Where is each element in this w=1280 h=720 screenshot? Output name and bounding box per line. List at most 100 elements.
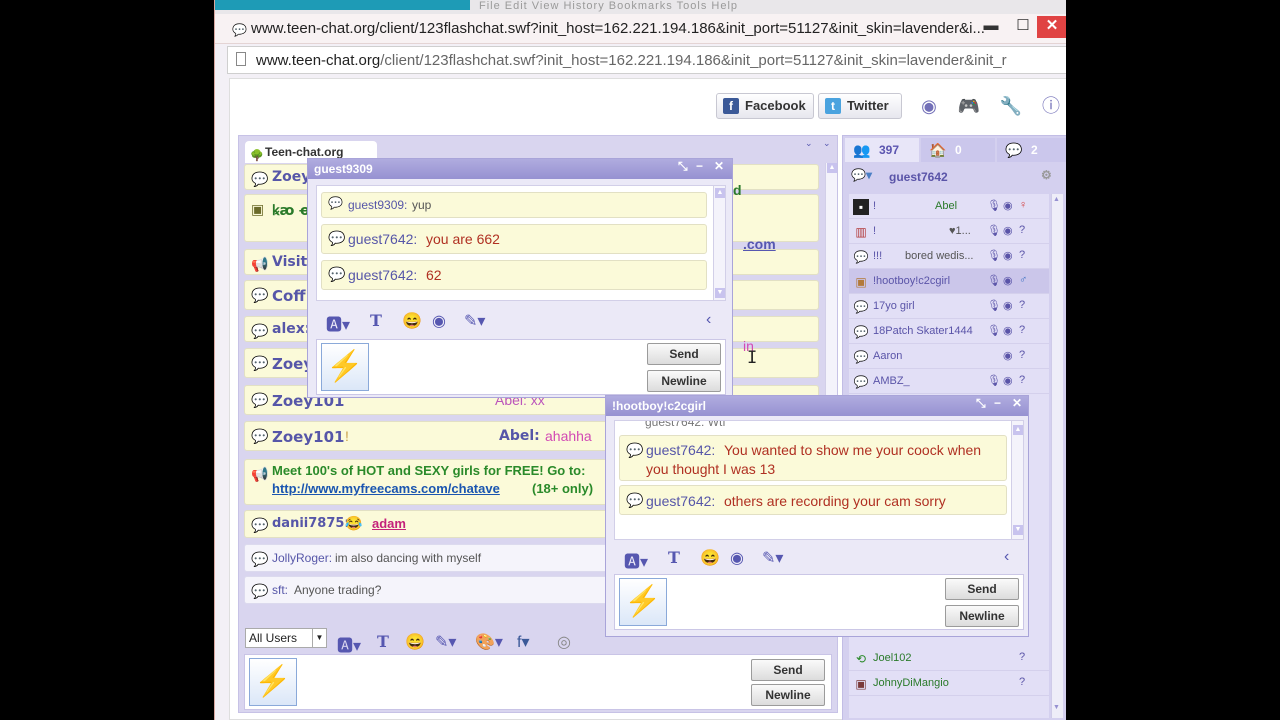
user-row[interactable]: ▥ ! ♥1... 🎙 ◉ ?	[849, 219, 1049, 244]
facebook-button[interactable]: f Facebook	[716, 93, 814, 119]
close-icon[interactable]: ✕	[1012, 396, 1022, 410]
emoticon-icon[interactable]: 😄	[405, 632, 425, 652]
sound-icon[interactable]: ◎	[557, 632, 571, 652]
emoticon-icon[interactable]: 😄	[700, 548, 720, 568]
chevron-down-icon[interactable]: ⌄	[805, 138, 813, 149]
settings-wrench-icon[interactable]: 🔧	[998, 93, 1024, 119]
newline-button[interactable]: Newline	[647, 370, 721, 392]
user-name: 17yo girl	[873, 300, 915, 312]
chevron-down-icon[interactable]: ⌄	[823, 138, 831, 149]
newline-button[interactable]: Newline	[945, 605, 1019, 627]
list-item: 💬 guest7642: you are 662	[321, 224, 707, 254]
palette-icon[interactable]: 🎨▾	[475, 632, 503, 652]
tab-users[interactable]: 👥 397	[845, 138, 919, 162]
address-bar[interactable]: www.teen-chat.org/client/123flashchat.sw…	[227, 46, 1066, 74]
minimize-button[interactable]: ▬	[977, 16, 1005, 38]
user-row[interactable]: ▣ !hootboy!c2cgirl 🎙 ◉ ♂	[849, 269, 1049, 294]
webcam-icon[interactable]: ◉	[1003, 199, 1013, 212]
font-box-icon[interactable]: 🅰▾	[337, 632, 361, 656]
text-format-icon[interactable]: T	[377, 632, 389, 651]
restore-icon[interactable]: ⤡	[976, 396, 986, 411]
maximize-button[interactable]: ☐	[1009, 16, 1037, 38]
info-icon[interactable]: ⓘ	[1038, 93, 1064, 119]
send-button[interactable]: Send	[751, 659, 825, 681]
send-button[interactable]: Send	[945, 578, 1019, 600]
user-row[interactable]: 💬 Aaron ◉ ?	[849, 344, 1049, 369]
pen-icon[interactable]: ✎▾	[762, 548, 783, 568]
user-row[interactable]: ⟲ Joel102 ?	[849, 646, 1049, 671]
webcam-icon[interactable]: ◉	[1003, 324, 1013, 337]
webcam-icon[interactable]: ◉	[1003, 349, 1013, 362]
close-button[interactable]: ✕	[1037, 16, 1066, 38]
webcam-icon[interactable]: ◉	[1003, 374, 1013, 387]
pen-icon[interactable]: ✎▾	[435, 632, 456, 652]
scroll-down-icon[interactable]: ▼	[1013, 525, 1023, 535]
popup-message-input[interactable]: ⚡ Send Newline	[316, 339, 726, 395]
twitter-icon: t	[825, 98, 841, 114]
main-message-input[interactable]: ⚡ Send Newline	[244, 654, 832, 710]
webcam-icon[interactable]: ◉	[1003, 249, 1013, 262]
promo-text: (18+ only)	[532, 481, 594, 496]
minimize-icon[interactable]: −	[696, 159, 703, 173]
recipient-select[interactable]: All Users ▼	[245, 628, 327, 648]
scroll-down-icon[interactable]: ▼	[715, 288, 725, 298]
restore-icon[interactable]: ⤡	[678, 159, 688, 174]
chat-bubble-icon: 💬	[853, 325, 869, 339]
user-row[interactable]: ▣ JohnyDiMangio ?	[849, 671, 1049, 696]
popup-scrollbar[interactable]: ▲ ▼	[713, 186, 725, 300]
font-box-icon[interactable]: 🅰▾	[326, 311, 350, 335]
user-row[interactable]: 💬 18Patch Skater1444 🎙 ◉ ?	[849, 319, 1049, 344]
minimize-icon[interactable]: −	[994, 396, 1001, 410]
background-window-bar	[215, 0, 470, 10]
scroll-up-icon[interactable]: ▲	[1013, 425, 1023, 435]
message-sender: Zoey101	[272, 428, 345, 446]
games-icon[interactable]: 🎮	[956, 93, 982, 119]
user-row[interactable]: ▪ ! Abel 🎙 ◉ ♀	[849, 194, 1049, 219]
user-list-scrollbar[interactable]: ▲ ▼	[1051, 194, 1063, 718]
url-text[interactable]: www.teen-chat.org/client/123flashchat.sw…	[256, 52, 1007, 69]
close-icon[interactable]: ✕	[714, 159, 724, 173]
popup-message-input[interactable]: ⚡ Send Newline	[614, 574, 1024, 630]
message-sender: Coff	[272, 287, 306, 305]
send-button[interactable]: Send	[647, 343, 721, 365]
scroll-up-icon[interactable]: ▲	[1053, 196, 1060, 203]
chevron-left-icon[interactable]: ‹	[706, 311, 711, 329]
scroll-up-icon[interactable]: ▲	[827, 163, 837, 173]
message-text: you are 662	[426, 231, 500, 247]
popup-title[interactable]: !hootboy!c2cgirl	[606, 396, 1028, 416]
promo-link[interactable]: http://www.myfreecams.com/chatave	[272, 481, 500, 496]
twitter-button[interactable]: t Twitter	[818, 93, 902, 119]
user-row[interactable]: 💬 AMBZ_ 🎙 ◉ ?	[849, 369, 1049, 394]
user-avatar-icon: ▣	[855, 275, 867, 289]
font-box-icon[interactable]: 🅰▾	[624, 548, 648, 572]
tab-chats[interactable]: 💬 2	[997, 138, 1066, 162]
partial-text: .com	[743, 236, 776, 252]
webcam-icon[interactable]: ◉	[1003, 299, 1013, 312]
facebook-share-icon[interactable]: f▾	[517, 632, 529, 652]
gear-icon[interactable]: ⚙	[1041, 168, 1052, 182]
chevron-left-icon[interactable]: ‹	[1004, 548, 1009, 566]
chevron-down-icon[interactable]: ▼	[312, 629, 326, 647]
popup-title[interactable]: guest9309	[308, 159, 732, 179]
webcam-icon[interactable]: ◉	[1003, 274, 1013, 287]
text-format-icon[interactable]: T	[668, 548, 680, 567]
user-name: AMBZ_	[873, 375, 910, 387]
user-row[interactable]: 💬 !!! bored wedis... 🎙 ◉ ?	[849, 244, 1049, 269]
chat-page-icon: 💬	[232, 23, 247, 37]
webcam-icon[interactable]: ◉	[916, 93, 942, 119]
text-format-icon[interactable]: T	[370, 311, 382, 330]
newline-button[interactable]: Newline	[751, 684, 825, 706]
webcam-icon[interactable]: ◉	[730, 548, 744, 568]
scroll-down-icon[interactable]: ▼	[1053, 704, 1060, 711]
message-text: adam	[372, 516, 406, 531]
emoticon-icon[interactable]: 😄	[402, 311, 422, 331]
webcam-icon[interactable]: ◉	[1003, 224, 1013, 237]
tab-rooms[interactable]: 🏠 0	[921, 138, 995, 162]
popup-scrollbar[interactable]: ▲ ▼	[1011, 421, 1023, 539]
webcam-icon[interactable]: ◉	[432, 311, 446, 331]
user-row[interactable]: 💬 17yo girl 🎙 ◉ ?	[849, 294, 1049, 319]
status-menu-icon[interactable]: 💬▾	[851, 168, 872, 182]
pen-icon[interactable]: ✎▾	[464, 311, 485, 331]
scroll-up-icon[interactable]: ▲	[715, 188, 725, 198]
chat-bubble-icon: 💬	[251, 323, 269, 339]
